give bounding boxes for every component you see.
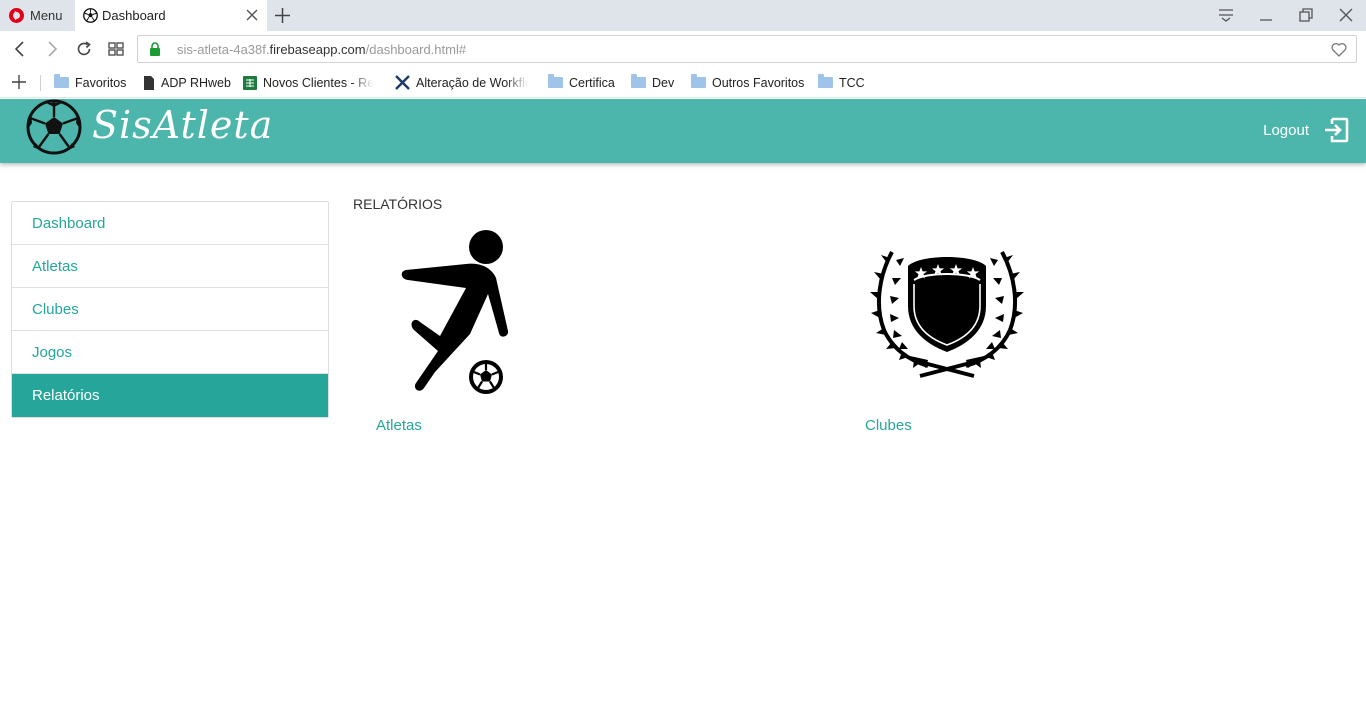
back-icon[interactable] [11,40,29,58]
report-card-clubes[interactable]: Clubes [865,417,912,434]
address-bar: sis-atleta-4a38f.firebaseapp.com/dashboa… [0,31,1366,67]
tab-title: Dashboard [102,8,166,23]
tab-menu-icon[interactable] [1217,6,1235,24]
sidebar-item-relatorios[interactable]: Relatórios [12,374,328,417]
url-prefix: sis-atleta-4a38f. [177,42,270,57]
folder-icon [691,74,706,88]
sidebar-item-clubes[interactable]: Clubes [12,288,328,331]
bookmark-label: Certifica [569,75,615,90]
bookmark-favoritos[interactable]: Favoritos [54,67,126,98]
soccer-ball-logo-icon[interactable] [26,99,82,155]
reload-icon[interactable] [75,40,93,58]
close-tab-icon[interactable] [245,8,259,22]
url-text: sis-atleta-4a38f.firebaseapp.com/dashboa… [177,42,466,57]
exit-icon [1325,117,1349,143]
report-card-atletas[interactable]: Atletas [376,417,422,434]
close-window-icon[interactable] [1337,6,1355,24]
tools-icon [395,75,410,90]
bookmark-label: ADP RHweb [161,75,231,90]
bookmark-heart-icon[interactable] [1331,42,1347,57]
sidebar-item-atletas[interactable]: Atletas [12,245,328,288]
folder-icon [631,74,646,88]
url-host: firebaseapp.com [269,42,366,57]
brand-logo-text[interactable]: SisAtleta [92,103,273,147]
minimize-icon[interactable] [1257,6,1275,24]
bookmark-novos-clientes[interactable]: Novos Clientes - Rec [243,67,373,98]
bookmark-label: Dev [652,75,675,90]
url-path: /dashboard.html# [365,42,467,57]
bookmark-outros-favoritos[interactable]: Outros Favoritos [691,67,804,98]
logout-button[interactable]: Logout [1263,117,1349,143]
url-field[interactable]: sis-atleta-4a38f.firebaseapp.com/dashboa… [137,35,1357,63]
restore-icon[interactable] [1297,6,1315,24]
bookmark-label: Alteração de Workflo [416,75,528,90]
bookmark-adp-rhweb[interactable]: ADP RHweb [143,67,231,98]
bookmark-certifica[interactable]: Certifica [548,67,615,98]
page-title: RELATÓRIOS [353,196,443,212]
document-icon [144,75,154,90]
bookmark-label: Novos Clientes - Rec [263,75,373,90]
soccer-player-icon[interactable] [400,228,515,396]
bookmark-alteracao-workflow[interactable]: Alteração de Workflo [395,67,528,98]
sheets-icon [243,75,257,90]
browser-tab[interactable]: Dashboard [75,0,267,31]
bookmark-tcc[interactable]: TCC [818,67,865,98]
sidebar-item-jogos[interactable]: Jogos [12,331,328,374]
bookmark-label: Favoritos [75,75,127,90]
app-header: SisAtleta Logout [0,99,1366,163]
speed-dial-icon[interactable] [107,40,125,58]
bookmark-label: Outros Favoritos [712,75,805,90]
sidebar-item-dashboard[interactable]: Dashboard [12,202,328,245]
soccer-ball-favicon-icon [83,8,98,23]
club-crest-icon[interactable] [870,244,1024,380]
bookmark-label: TCC [839,75,865,90]
folder-icon [54,74,69,88]
bookmarks-bar: Favoritos ADP RHweb Novos Clientes - Rec… [0,67,1366,98]
folder-icon [818,74,833,88]
menu-label: Menu [30,8,63,23]
bookmarks-divider [40,75,41,91]
bookmark-dev[interactable]: Dev [631,67,674,98]
sidebar-nav: Dashboard Atletas Clubes Jogos Relatório… [11,201,329,418]
new-tab-icon[interactable] [274,7,291,24]
opera-menu-button[interactable]: Menu [0,0,75,31]
browser-tabstrip: Menu Dashboard [0,0,1366,31]
add-bookmark-icon[interactable] [11,74,27,90]
forward-icon[interactable] [43,40,61,58]
logout-label: Logout [1263,121,1309,139]
secure-lock-icon [150,42,160,56]
folder-icon [548,74,563,88]
opera-logo-icon [9,8,24,23]
